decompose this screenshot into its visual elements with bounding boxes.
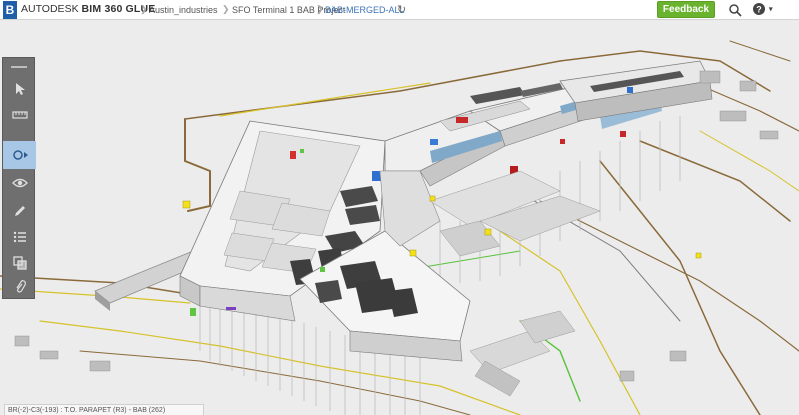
cursor-icon	[15, 83, 25, 95]
toolbar-grip-handle[interactable]	[11, 66, 27, 68]
svg-text:?: ?	[756, 5, 762, 15]
top-bar: B AUTODESK BIM 360 GLUE ❯ Austin_industr…	[0, 0, 799, 20]
bim-model-canvas[interactable]	[0, 21, 799, 415]
ruler-icon	[11, 111, 28, 119]
feedback-button[interactable]: Feedback	[657, 1, 715, 18]
measure-tool-button[interactable]	[3, 102, 36, 128]
pen-icon	[14, 206, 25, 216]
box-icon	[12, 256, 27, 270]
viewer-toolbar	[2, 57, 36, 300]
app-brand: AUTODESK BIM 360 GLUE	[21, 3, 155, 15]
select-tool-button[interactable]	[3, 76, 36, 102]
bim360-logo-icon: B	[3, 1, 17, 19]
help-icon: ?	[753, 3, 765, 15]
view-tool-button[interactable]	[3, 170, 36, 196]
list-tool-button[interactable]	[3, 224, 36, 250]
breadcrumb-separator-icon: ❯	[316, 4, 324, 14]
refresh-icon[interactable]: ↻	[397, 3, 406, 16]
attach-tool-button[interactable]	[3, 274, 36, 300]
markup-tool-button[interactable]	[3, 198, 36, 224]
breadcrumb-item-model[interactable]: BAB-MERGED-ALL	[325, 5, 405, 15]
breadcrumb-separator-icon: ❯	[140, 4, 148, 14]
navigate-tool-button[interactable]	[3, 141, 36, 169]
help-menu-button[interactable]: ? ▾	[752, 2, 778, 18]
orbit-icon	[12, 150, 28, 160]
breadcrumb-separator-icon: ❯	[222, 4, 230, 14]
selection-status-bar: BR(-2)-C3(-193) : T.O. PARAPET (R3) - BA…	[4, 404, 204, 415]
brand-prefix: AUTODESK	[21, 3, 79, 15]
chevron-down-icon: ▾	[768, 4, 773, 14]
model-viewport[interactable]: BR(-2)-C3(-193) : T.O. PARAPET (R3) - BA…	[0, 21, 799, 415]
sections-tool-button[interactable]	[3, 250, 36, 276]
brand-name: BIM 360	[81, 3, 123, 15]
breadcrumb-item-company[interactable]: Austin_industries	[149, 5, 218, 15]
search-icon[interactable]	[728, 3, 742, 17]
clip-icon	[16, 280, 26, 293]
list-icon	[13, 231, 26, 243]
eye-icon	[11, 178, 28, 188]
